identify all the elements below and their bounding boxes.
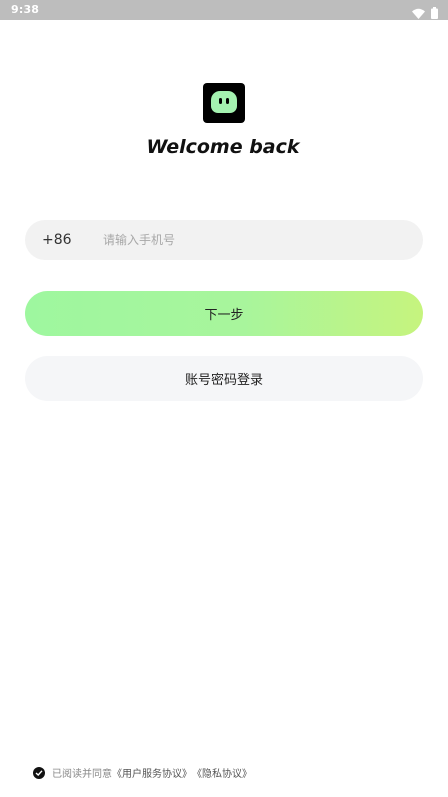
- status-bar: 9:38: [0, 0, 448, 20]
- agreement-checkbox[interactable]: [33, 766, 45, 779]
- wifi-icon: [412, 4, 425, 23]
- phone-input-field[interactable]: +86: [25, 220, 423, 260]
- status-icons: [412, 4, 438, 23]
- logo-eye-left: [219, 98, 222, 104]
- phone-input[interactable]: [103, 220, 403, 260]
- logo-eye-right: [226, 98, 229, 104]
- app-logo: [203, 83, 245, 123]
- agreement-row: 已阅读并同意 《用户服务协议》 《隐私协议》: [33, 765, 252, 780]
- checkmark-icon: [35, 769, 43, 776]
- ghost-face-icon: [211, 91, 237, 113]
- password-login-button[interactable]: 账号密码登录: [25, 356, 423, 401]
- battery-icon: [431, 4, 438, 23]
- user-agreement-link[interactable]: 《用户服务协议》: [112, 765, 192, 780]
- welcome-title: Welcome back: [146, 136, 300, 158]
- status-time: 9:38: [11, 3, 40, 16]
- next-step-button[interactable]: 下一步: [25, 291, 423, 336]
- agreement-prefix: 已阅读并同意: [52, 769, 112, 780]
- country-code[interactable]: +86: [42, 232, 72, 248]
- privacy-policy-link[interactable]: 《隐私协议》: [192, 765, 252, 780]
